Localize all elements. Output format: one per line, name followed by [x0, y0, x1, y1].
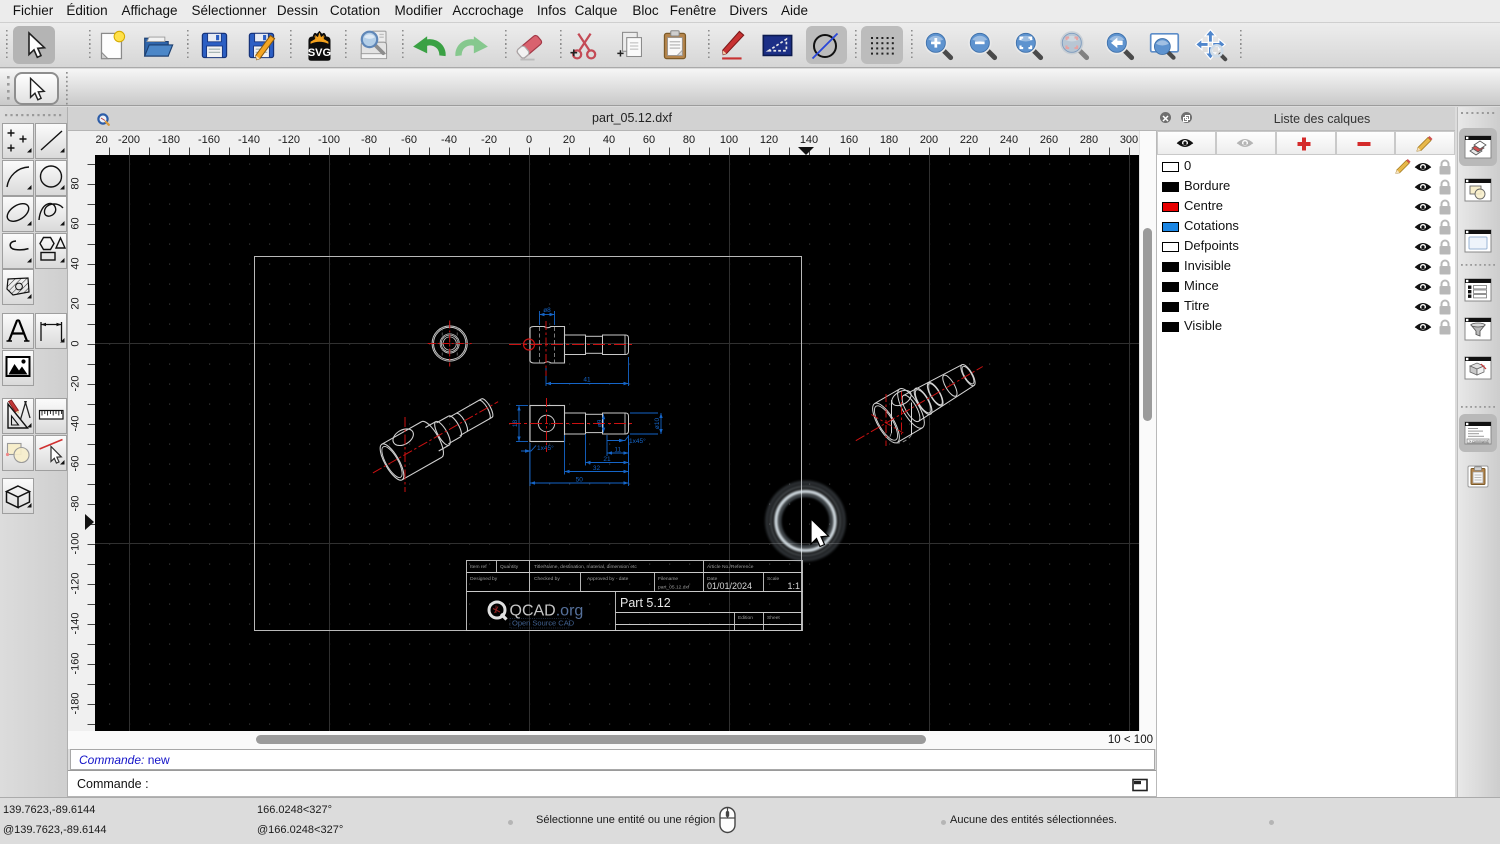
svg-text:160: 160	[840, 134, 858, 146]
svg-text:-140: -140	[238, 134, 260, 146]
svg-text:0: 0	[526, 134, 532, 146]
svg-text:part_05.12.dxf: part_05.12.dxf	[658, 585, 690, 591]
svg-text:-40: -40	[441, 134, 457, 146]
svg-text:180: 180	[880, 134, 898, 146]
svg-text:Scale: Scale	[767, 576, 780, 582]
svg-text:-100: -100	[318, 134, 340, 146]
svg-text:01/01/2024: 01/01/2024	[707, 581, 752, 591]
svg-text:Article No./Reference: Article No./Reference	[707, 564, 754, 570]
svg-text:ø10: ø10	[654, 418, 661, 430]
svg-text:-160: -160	[198, 134, 220, 146]
svg-text:-100: -100	[70, 532, 82, 554]
svg-text:-20: -20	[481, 134, 497, 146]
svg-text:100: 100	[720, 134, 738, 146]
svg-text:Approved by - date: Approved by - date	[587, 576, 629, 582]
svg-text:Filename: Filename	[658, 576, 678, 582]
svg-text:11: 11	[614, 447, 621, 454]
svg-text:Part 5.12: Part 5.12	[620, 596, 671, 610]
svg-text:-80: -80	[70, 496, 82, 512]
svg-text:Title/Name, destination, mater: Title/Name, destination, material, dimen…	[534, 564, 637, 570]
svg-text:40: 40	[603, 134, 615, 146]
svg-text:Checked by: Checked by	[534, 576, 560, 582]
svg-text:-60: -60	[401, 134, 417, 146]
svg-text:0: 0	[70, 340, 82, 346]
svg-text:80: 80	[70, 177, 82, 189]
svg-text:-120: -120	[70, 572, 82, 594]
svg-text:60: 60	[643, 134, 655, 146]
svg-text:140: 140	[800, 134, 818, 146]
svg-text:280: 280	[1080, 134, 1098, 146]
svg-text:41: 41	[583, 377, 591, 384]
svg-text:220: 220	[960, 134, 978, 146]
svg-text:1x45°: 1x45°	[629, 437, 646, 445]
svg-text:-120: -120	[278, 134, 300, 146]
svg-text:Item ref: Item ref	[470, 564, 487, 570]
svg-text:Sheet: Sheet	[767, 615, 780, 621]
svg-text:240: 240	[1000, 134, 1018, 146]
svg-text:21: 21	[603, 456, 611, 463]
svg-text:Quantity: Quantity	[500, 564, 519, 570]
svg-text:> command: > command	[1469, 439, 1488, 443]
svg-text:1:1: 1:1	[787, 581, 800, 591]
svg-text:80: 80	[683, 134, 695, 146]
svg-text:-180: -180	[158, 134, 180, 146]
svg-text:60: 60	[70, 217, 82, 229]
svg-text:-40: -40	[70, 416, 82, 432]
svg-text:200: 200	[920, 134, 938, 146]
svg-text:QCAD.org: QCAD.org	[510, 603, 584, 620]
svg-text:Open Source CAD: Open Source CAD	[512, 619, 575, 628]
svg-text:SVG: SVG	[308, 47, 331, 59]
svg-text:-60: -60	[70, 456, 82, 472]
svg-text:-200: -200	[118, 134, 140, 146]
svg-text:40: 40	[70, 257, 82, 269]
svg-text:260: 260	[1040, 134, 1058, 146]
svg-text:-180: -180	[70, 692, 82, 714]
svg-text:Edition: Edition	[738, 615, 753, 621]
svg-text:20: 20	[96, 134, 108, 146]
svg-text:ø8: ø8	[543, 307, 551, 314]
svg-text:-140: -140	[70, 612, 82, 634]
svg-text:50: 50	[576, 477, 584, 484]
svg-text:Designed by: Designed by	[470, 576, 498, 582]
svg-text:-80: -80	[361, 134, 377, 146]
svg-text:1x45°: 1x45°	[537, 444, 554, 452]
svg-text:-20: -20	[70, 376, 82, 392]
svg-text:300: 300	[1120, 134, 1138, 146]
svg-text:120: 120	[760, 134, 778, 146]
svg-text:-160: -160	[70, 652, 82, 674]
svg-text:20: 20	[563, 134, 575, 146]
svg-text:20: 20	[70, 297, 82, 309]
svg-text:32: 32	[593, 465, 601, 472]
